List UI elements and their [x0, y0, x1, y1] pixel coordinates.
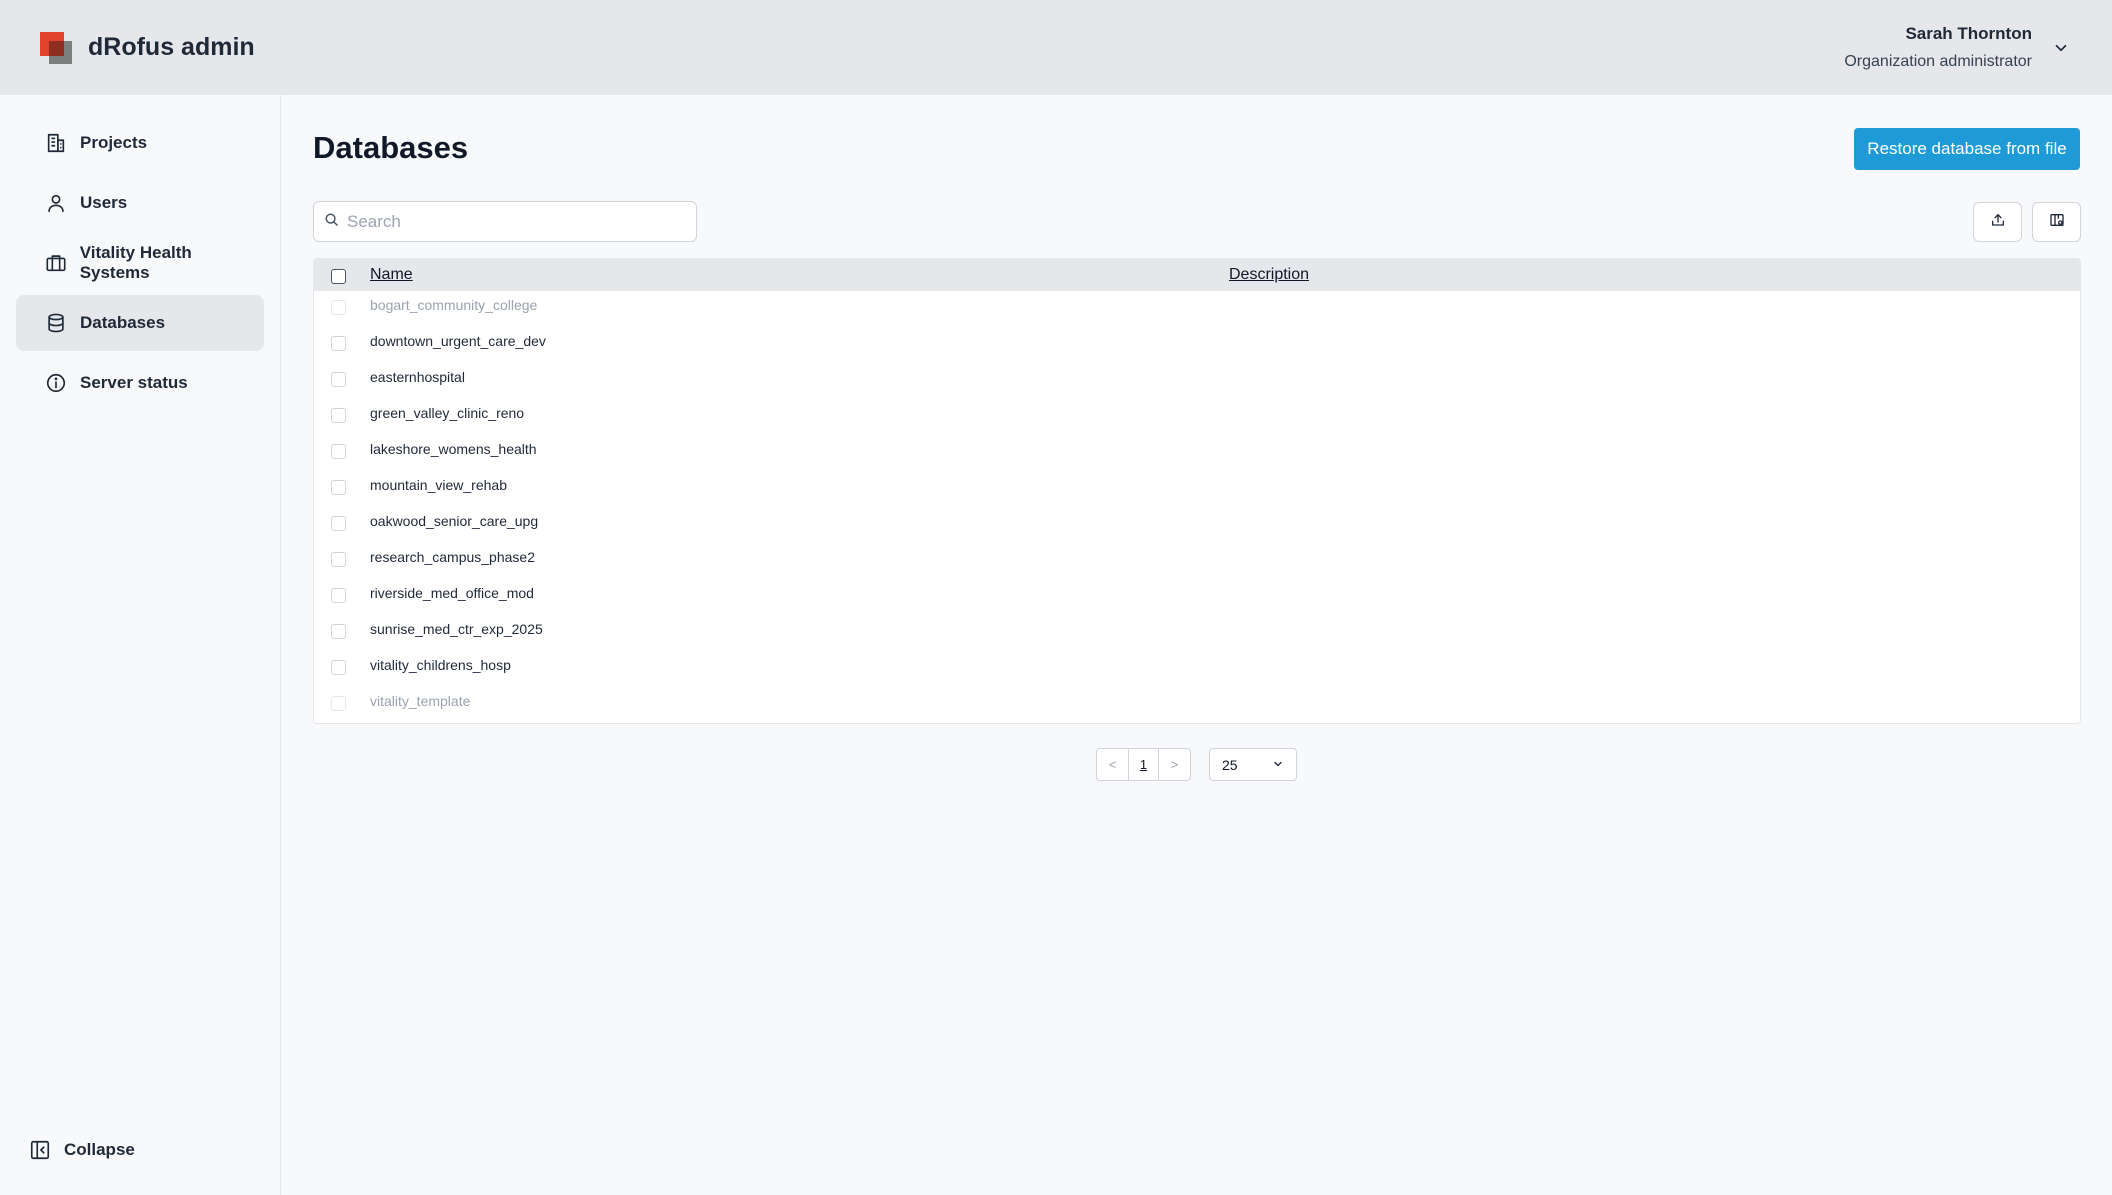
row-checkbox[interactable]: [331, 552, 346, 567]
search-input[interactable]: [347, 211, 677, 232]
row-checkbox[interactable]: [331, 660, 346, 675]
building-icon: [44, 131, 68, 155]
page-number-1[interactable]: 1: [1128, 749, 1159, 780]
database-name: sunrise_med_ctr_exp_2025: [370, 621, 543, 637]
user-icon: [44, 191, 68, 215]
databases-table: Name Description bogart_community_colleg…: [313, 258, 2081, 724]
sidebar-item-label: Users: [80, 193, 128, 212]
page-size-select[interactable]: 25: [1209, 748, 1297, 781]
row-checkbox[interactable]: [331, 516, 346, 531]
table-row[interactable]: mountain_view_rehab: [314, 469, 2080, 505]
database-name: lakeshore_womens_health: [370, 441, 537, 457]
column-settings-button[interactable]: [2032, 202, 2081, 242]
sidebar-item-label: Server status: [80, 373, 188, 392]
collapse-sidebar-icon: [28, 1138, 52, 1162]
sidebar-item-label: Projects: [80, 133, 148, 152]
prev-page-button[interactable]: <: [1097, 749, 1128, 780]
column-header-description[interactable]: Description: [1229, 266, 1309, 284]
chevron-down-icon[interactable]: [2050, 37, 2072, 59]
database-name: research_campus_phase2: [370, 549, 535, 565]
column-header-name[interactable]: Name: [370, 266, 413, 284]
database-name: bogart_community_college: [370, 297, 538, 313]
select-all-checkbox[interactable]: [331, 269, 346, 284]
search-box[interactable]: [313, 201, 697, 242]
table-row[interactable]: vitality_childrens_hosp: [314, 649, 2080, 685]
table-row: vitality_template: [314, 685, 2080, 721]
table-row[interactable]: riverside_med_office_mod: [314, 577, 2080, 613]
briefcase-icon: [44, 251, 68, 275]
sidebar-item-label: Databases: [80, 313, 166, 332]
top-header: dRofus admin Sarah Thornton Organization…: [0, 0, 2112, 95]
page-title: Databases: [313, 130, 469, 165]
sidebar-item-databases[interactable]: Databases: [16, 295, 264, 351]
database-name: downtown_urgent_care_dev: [370, 333, 546, 349]
row-checkbox[interactable]: [331, 444, 346, 459]
search-icon: [324, 212, 339, 232]
collapse-label: Collapse: [64, 1140, 135, 1159]
sidebar-item-label: Vitality Health Systems: [79, 243, 192, 282]
table-header: Name Description: [314, 259, 2080, 291]
row-checkbox[interactable]: [331, 588, 346, 603]
database-name: green_valley_clinic_reno: [370, 405, 525, 421]
app-title: dRofus admin: [88, 33, 255, 61]
table-row: bogart_community_college: [314, 289, 2080, 325]
collapse-button[interactable]: Collapse: [28, 1138, 135, 1162]
brand[interactable]: dRofus admin: [40, 31, 255, 64]
table-row[interactable]: green_valley_clinic_reno: [314, 397, 2080, 433]
table-row[interactable]: research_campus_phase2: [314, 541, 2080, 577]
row-checkbox[interactable]: [331, 372, 346, 387]
database-name: vitality_template: [370, 693, 471, 709]
row-checkbox: [331, 696, 346, 711]
database-name: mountain_view_rehab: [370, 477, 507, 493]
sidebar-item-organization[interactable]: Vitality Health Systems: [16, 235, 264, 291]
sidebar-item-users[interactable]: Users: [16, 175, 264, 231]
database-name: oakwood_senior_care_upg: [370, 513, 539, 529]
user-name: Sarah Thornton: [1905, 24, 2032, 43]
table-row[interactable]: easternhospital: [314, 361, 2080, 397]
chevron-down-icon: [1272, 757, 1284, 773]
row-checkbox: [331, 300, 346, 315]
row-checkbox[interactable]: [331, 480, 346, 495]
user-menu[interactable]: Sarah Thornton Organization administrato…: [1844, 24, 2072, 71]
user-role: Organization administrator: [1844, 53, 2032, 70]
upload-icon: [1990, 212, 2006, 233]
row-checkbox[interactable]: [331, 624, 346, 639]
row-checkbox[interactable]: [331, 336, 346, 351]
drofus-logo: [40, 31, 72, 64]
next-page-button[interactable]: >: [1159, 749, 1190, 780]
database-name: riverside_med_office_mod: [370, 585, 534, 601]
page-size-value: 25: [1222, 756, 1238, 773]
info-icon: [44, 371, 68, 395]
sidebar: Projects Users Vitality Health Systems D…: [0, 95, 281, 1195]
table-row[interactable]: sunrise_med_ctr_exp_2025: [314, 613, 2080, 649]
table-row[interactable]: lakeshore_womens_health: [314, 433, 2080, 469]
columns-settings-icon: [2049, 212, 2065, 233]
sidebar-item-server-status[interactable]: Server status: [16, 355, 264, 411]
restore-database-button[interactable]: Restore database from file: [1854, 128, 2080, 170]
table-row[interactable]: downtown_urgent_care_dev: [314, 325, 2080, 361]
pagination: < 1 >: [1096, 748, 1191, 781]
database-icon: [44, 311, 68, 335]
database-name: vitality_childrens_hosp: [370, 657, 511, 673]
export-button[interactable]: [1973, 202, 2022, 242]
row-checkbox[interactable]: [331, 408, 346, 423]
sidebar-item-projects[interactable]: Projects: [16, 115, 264, 171]
database-name: easternhospital: [370, 369, 465, 385]
table-row[interactable]: oakwood_senior_care_upg: [314, 505, 2080, 541]
